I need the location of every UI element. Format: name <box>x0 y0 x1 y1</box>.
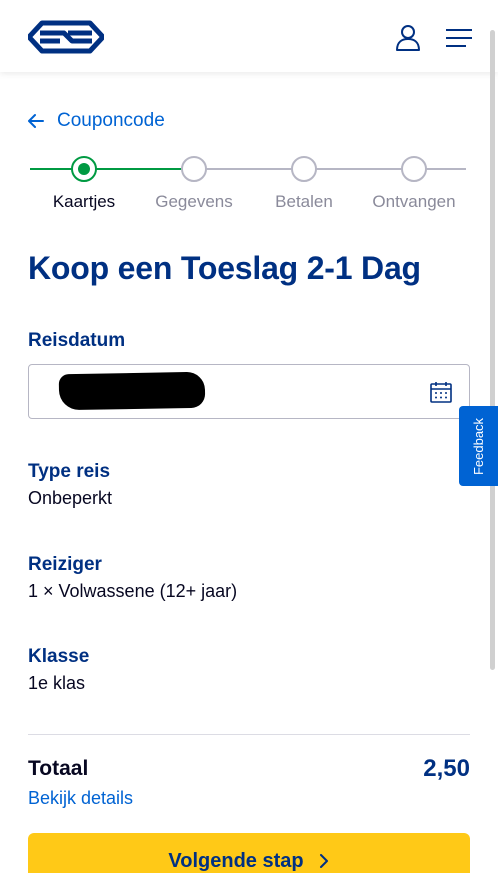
step-ontvangen: Ontvangen <box>359 156 469 212</box>
feedback-label: Feedback <box>471 417 486 475</box>
volgende-stap-label: Volgende stap <box>168 849 304 872</box>
step-indicator <box>291 156 317 182</box>
back-link-label: Couponcode <box>57 110 165 131</box>
totaal-label: Totaal <box>28 757 89 780</box>
step-label: Gegevens <box>155 192 233 211</box>
arrow-left-icon <box>28 114 44 128</box>
klasse-label: Klasse <box>28 646 90 667</box>
back-link-couponcode[interactable]: Couponcode <box>27 110 165 132</box>
step-kaartjes: Kaartjes <box>29 156 139 212</box>
step-indicator <box>71 156 97 182</box>
step-gegevens: Gegevens <box>139 156 249 212</box>
bekijk-details-link[interactable]: Bekijk details <box>28 788 133 809</box>
divider <box>28 734 470 735</box>
app-header <box>0 0 498 72</box>
volgende-stap-button[interactable]: Volgende stap <box>28 833 470 873</box>
reiziger-label: Reiziger <box>28 554 102 575</box>
step-label: Ontvangen <box>372 192 456 211</box>
hamburger-menu-icon[interactable] <box>446 28 472 48</box>
progress-stepper: Kaartjes Gegevens Betalen Ontvangen <box>30 150 466 220</box>
type-reis-label: Type reis <box>28 461 111 482</box>
feedback-tab[interactable]: Feedback <box>459 406 498 486</box>
klasse-value: 1e klas <box>28 673 86 693</box>
reiziger-value: 1 × Volwassene (12+ jaar) <box>28 581 238 601</box>
chevron-right-icon <box>319 854 328 868</box>
page-title: Koop een Toeslag 2-1 Dag <box>28 250 421 286</box>
step-label: Kaartjes <box>52 192 116 211</box>
step-label: Betalen <box>275 192 333 211</box>
type-reis-value: Onbeperkt <box>28 488 113 508</box>
scrollbar[interactable] <box>490 30 495 670</box>
step-betalen: Betalen <box>249 156 359 212</box>
user-icon[interactable] <box>394 24 422 52</box>
step-indicator <box>181 156 207 182</box>
step-indicator <box>401 156 427 182</box>
redacted-date <box>58 371 206 411</box>
calendar-icon[interactable] <box>429 380 453 404</box>
reisdatum-input[interactable] <box>28 364 470 419</box>
ns-logo[interactable] <box>28 20 104 54</box>
totaal-amount: 2,50 <box>423 755 470 782</box>
reisdatum-label: Reisdatum <box>28 330 126 351</box>
